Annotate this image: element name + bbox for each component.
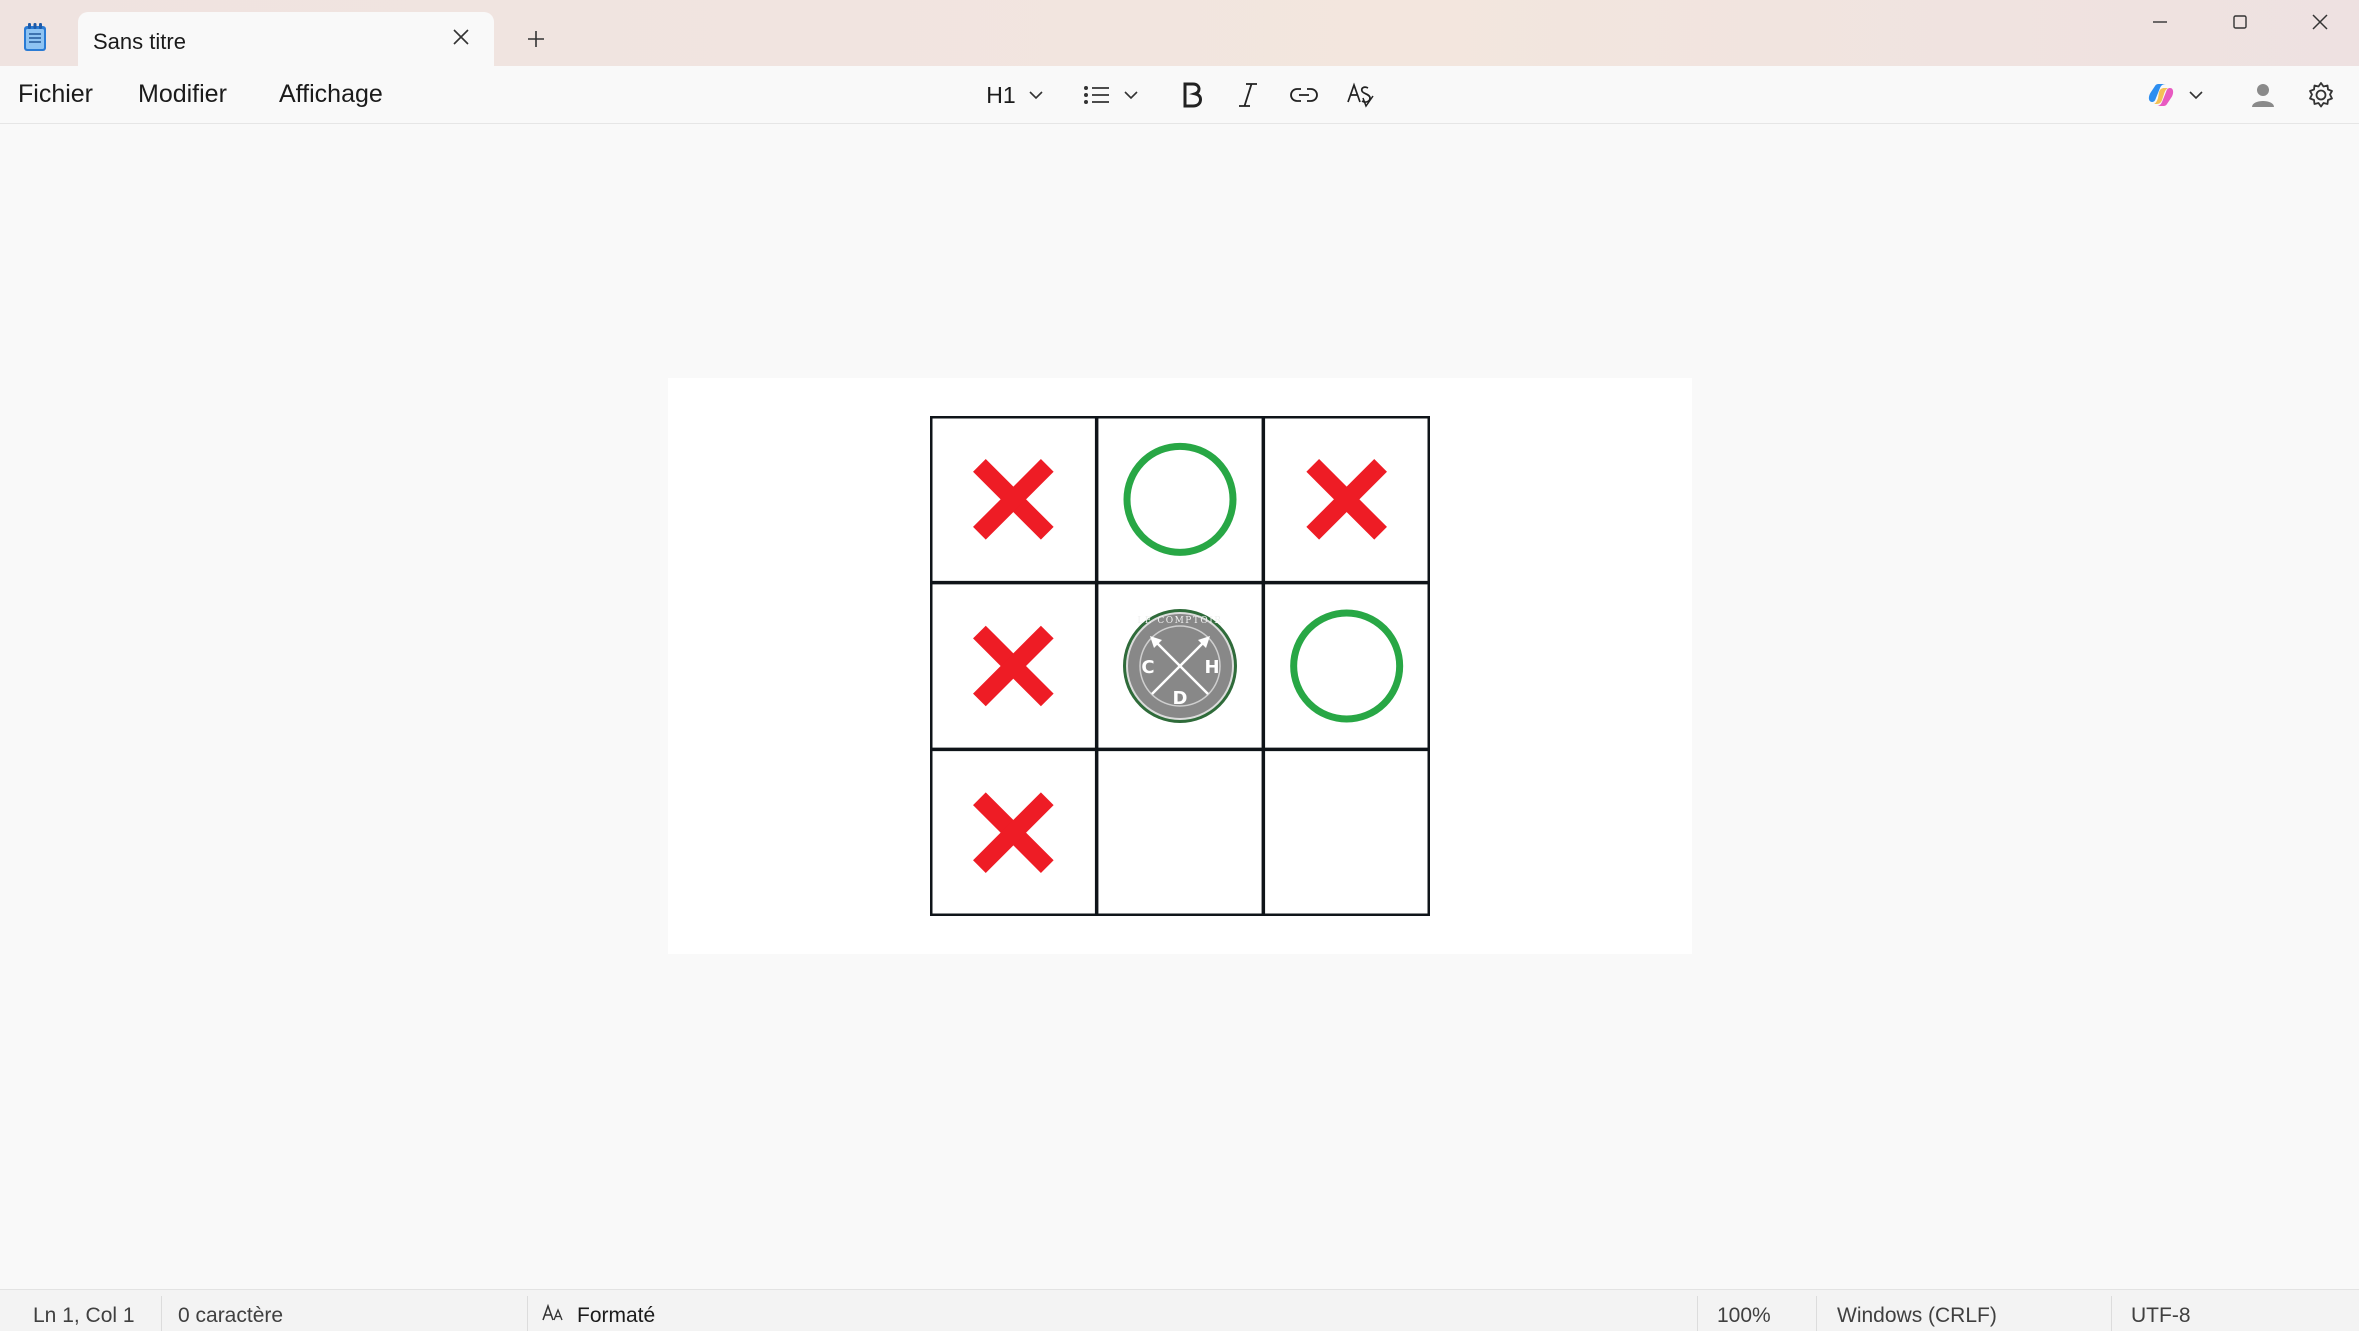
link-icon [1290, 88, 1318, 102]
status-bar: Ln 1, Col 1 0 caractère Formaté 100% Win… [0, 1289, 2359, 1331]
new-tab-button[interactable] [521, 24, 551, 54]
notepad-app-icon [24, 23, 46, 51]
logo-seal: C HD LE COMPTOIR [1123, 609, 1237, 723]
settings-button[interactable] [2303, 72, 2339, 118]
menu-affichage[interactable]: Affichage [279, 80, 383, 109]
minimize-button[interactable] [2120, 0, 2200, 44]
window-close-button[interactable] [2280, 0, 2359, 44]
chevron-down-icon [1124, 91, 1138, 100]
line-ending[interactable]: Windows (CRLF) [1837, 1304, 1997, 1328]
maximize-button[interactable] [2200, 0, 2280, 44]
cursor-position: Ln 1, Col 1 [33, 1304, 135, 1327]
menu-fichier[interactable]: Fichier [18, 80, 93, 109]
divider [527, 1296, 528, 1331]
board-cell [1263, 416, 1430, 583]
maximize-icon [2233, 15, 2247, 29]
embedded-image[interactable]: C H D LE COMPTOIR [668, 378, 1692, 954]
heading-label: H1 [986, 81, 1016, 108]
menu-modifier[interactable]: Modifier [138, 80, 227, 109]
board-cell: C HD LE COMPTOIR [1096, 582, 1264, 750]
gear-icon [2309, 82, 2333, 108]
account-button[interactable] [2245, 72, 2281, 118]
document-tab[interactable]: Sans titre [78, 12, 494, 68]
divider [1816, 1296, 1817, 1331]
logo-ring-text: LE COMPTOIR [1137, 616, 1222, 626]
character-count: 0 caractère [178, 1304, 284, 1327]
tab-title: Sans titre [93, 29, 186, 54]
encoding[interactable]: UTF-8 [2131, 1304, 2191, 1328]
logo-letter: D [1173, 688, 1188, 709]
close-icon [453, 29, 469, 45]
logo-letter: H [1204, 657, 1219, 678]
clear-formatting-icon [1347, 82, 1374, 108]
plus-icon [528, 31, 544, 47]
logo-letter: C [1141, 657, 1154, 678]
format-mode-button[interactable]: Formaté [577, 1304, 655, 1328]
divider [2111, 1296, 2112, 1331]
board-cell [1096, 749, 1264, 916]
italic-icon [1239, 83, 1257, 107]
heading-dropdown[interactable]: H1 [980, 72, 1050, 118]
divider [1697, 1296, 1698, 1331]
board-cell [930, 582, 1097, 750]
close-icon [2312, 14, 2328, 30]
copilot-dropdown[interactable] [2140, 72, 2210, 118]
title-bar: Sans titre [0, 0, 2359, 68]
menu-bar: Fichier Modifier Affichage H1 [0, 66, 2359, 124]
avatar-icon [2252, 84, 2274, 107]
chevron-down-icon [1029, 91, 1043, 100]
copilot-icon [2148, 84, 2174, 106]
minimize-icon [2153, 21, 2167, 23]
board-cell [930, 416, 1097, 583]
bulleted-list-icon [1084, 86, 1109, 104]
list-dropdown[interactable] [1080, 72, 1142, 118]
clear-format-button[interactable] [1340, 72, 1380, 118]
divider [161, 1296, 162, 1331]
zoom-level[interactable]: 100% [1717, 1304, 1771, 1328]
board-cell [1096, 416, 1264, 583]
board-cell [1263, 582, 1430, 750]
tab-close-button[interactable] [446, 22, 476, 52]
tic-tac-toe-board: C HD LE COMPTOIR [930, 416, 1430, 916]
link-button[interactable] [1284, 72, 1324, 118]
board-cell [930, 749, 1097, 916]
italic-button[interactable] [1228, 72, 1268, 118]
bold-icon [1183, 82, 1203, 108]
board-cell [1263, 749, 1430, 916]
text-format-icon [542, 1303, 563, 1321]
bold-button[interactable] [1172, 72, 1212, 118]
chevron-down-icon [2189, 91, 2203, 100]
